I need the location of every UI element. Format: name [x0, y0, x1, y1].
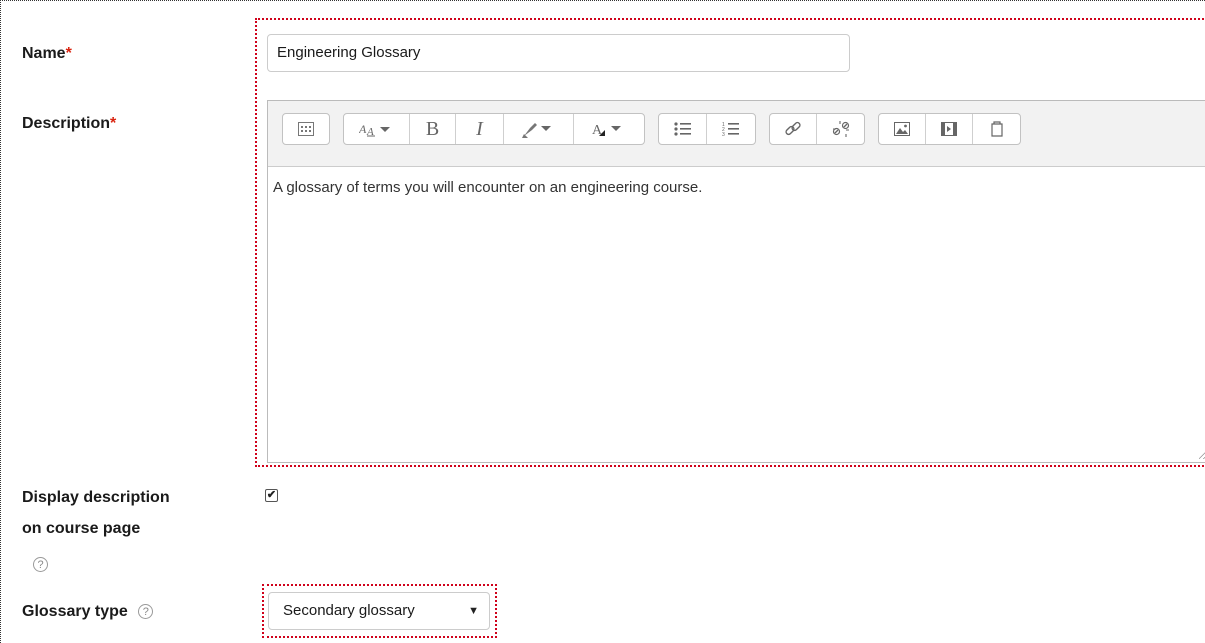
ordered-list-icon[interactable]: 123 — [707, 114, 755, 144]
chevron-down-icon: ▼ — [468, 605, 479, 617]
toolbar-group-4 — [769, 113, 865, 145]
glossary-type-label: Glossary type ? — [22, 596, 154, 627]
help-icon[interactable]: ? — [33, 557, 48, 572]
font-style-icon[interactable]: AA — [344, 114, 410, 144]
toolbar-group-1 — [282, 113, 330, 145]
help-icon[interactable]: ? — [138, 604, 154, 620]
toolbar-group-3: 123 — [658, 113, 756, 145]
resize-handle-icon[interactable] — [1199, 450, 1205, 459]
insert-image-icon[interactable] — [879, 114, 926, 144]
font-color-icon[interactable]: A — [574, 114, 644, 144]
manage-files-icon[interactable] — [973, 114, 1020, 144]
description-editor[interactable]: AA B I A 123 A glossary of terms you wil… — [267, 100, 1205, 463]
insert-media-icon[interactable] — [926, 114, 973, 144]
required-marker: * — [110, 115, 117, 132]
display-description-label: Display description on course page — [22, 482, 170, 544]
name-label: Name* — [22, 38, 72, 69]
bold-icon[interactable]: B — [410, 114, 456, 144]
link-icon[interactable] — [770, 114, 817, 144]
required-marker: * — [65, 45, 72, 62]
unlink-icon[interactable] — [817, 114, 864, 144]
toolbar-group-5 — [878, 113, 1021, 145]
editor-toolbar: AA B I A 123 — [268, 101, 1205, 167]
display-description-label-line2: on course page — [22, 520, 141, 537]
svg-text:A: A — [359, 122, 367, 136]
text-highlight-icon[interactable] — [504, 114, 574, 144]
toolbar-group-2: AA B I A — [343, 113, 645, 145]
unordered-list-icon[interactable] — [659, 114, 707, 144]
description-content[interactable]: A glossary of terms you will encounter o… — [268, 167, 1205, 209]
name-label-text: Name — [22, 45, 66, 62]
glossary-type-label-text: Glossary type — [22, 603, 128, 620]
italic-icon[interactable]: I — [456, 114, 504, 144]
svg-text:3: 3 — [722, 132, 725, 137]
svg-text:A: A — [366, 126, 374, 137]
description-label: Description* — [22, 108, 116, 139]
show-more-buttons-icon[interactable] — [283, 114, 329, 144]
display-description-label-line1: Display description — [22, 489, 170, 506]
glossary-type-selected-value: Secondary glossary — [283, 602, 415, 619]
name-field[interactable]: Engineering Glossary — [267, 34, 850, 72]
display-description-checkbox[interactable]: ✔ — [265, 489, 278, 502]
glossary-type-select[interactable]: Secondary glossary ▼ — [268, 592, 490, 630]
description-label-text: Description — [22, 115, 111, 132]
